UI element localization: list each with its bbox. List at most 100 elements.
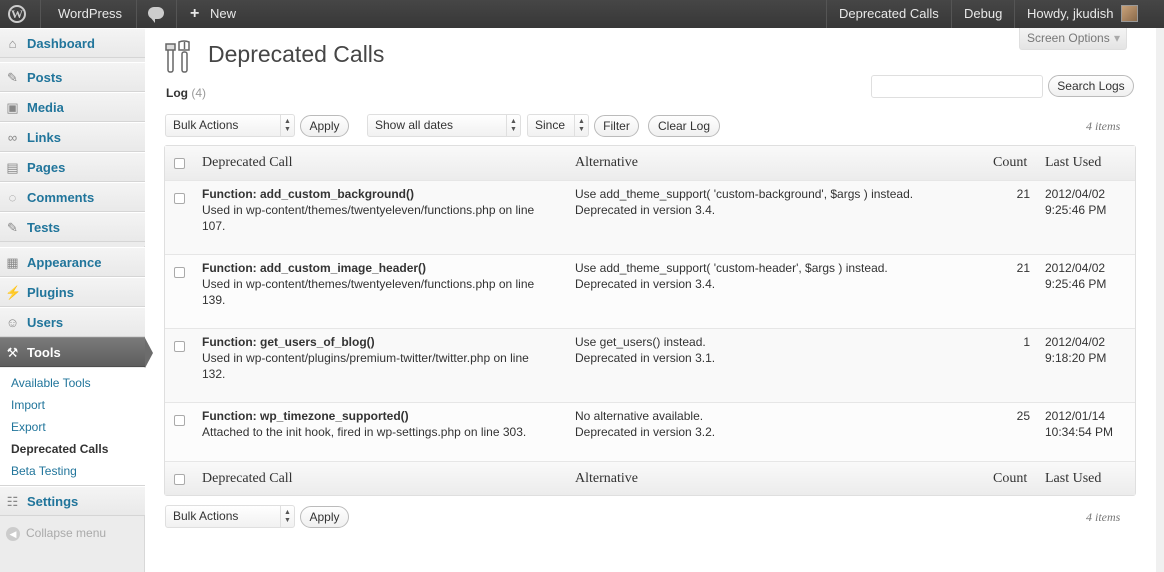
page-scrollbar[interactable] — [1156, 28, 1164, 572]
select-arrows-icon: ▲ ▼ — [574, 115, 588, 136]
column-header-call[interactable]: Deprecated Call — [202, 155, 293, 171]
column-header-alternative[interactable]: Alternative — [575, 471, 638, 487]
sidebar-item-pages[interactable]: ▤ Pages — [0, 152, 145, 182]
media-icon: ▣ — [6, 100, 19, 115]
tools-icon — [165, 40, 190, 73]
collapse-arrow-icon: ◀ — [6, 526, 20, 541]
apply-button[interactable]: Apply — [300, 115, 349, 137]
used-in-text: Used in wp-content/plugins/premium-twitt… — [202, 351, 529, 381]
table-footer: Deprecated Call Alternative Count Last U… — [165, 461, 1135, 495]
tools-icon: ⚒ — [6, 345, 19, 360]
comments-bubble-icon[interactable] — [140, 0, 172, 28]
count-value: 25 — [1016, 409, 1030, 423]
clear-log-button[interactable]: Clear Log — [648, 115, 720, 137]
select-all-checkbox[interactable] — [174, 474, 185, 485]
active-menu-arrow — [145, 338, 153, 368]
row-checkbox[interactable] — [174, 341, 185, 352]
since-select[interactable]: Since ▲ ▼ — [527, 114, 589, 137]
dashboard-icon: ⌂ — [8, 36, 17, 51]
row-checkbox[interactable] — [174, 415, 185, 426]
function-name[interactable]: Function: get_users_of_blog() — [202, 334, 375, 350]
count-value: 1 — [1023, 335, 1030, 349]
site-name-link[interactable]: WordPress — [58, 0, 122, 28]
search-input[interactable] — [871, 75, 1043, 98]
select-all-checkbox[interactable] — [174, 158, 185, 169]
submenu-beta-testing[interactable]: Beta Testing — [11, 464, 77, 478]
sidebar-item-media[interactable]: ▣ Media — [0, 92, 145, 122]
comment-icon: ◌ — [8, 190, 17, 205]
function-name[interactable]: Function: add_custom_background() — [202, 186, 414, 202]
alternative-text: Use add_theme_support( 'custom-backgroun… — [575, 187, 914, 217]
submenu-deprecated-calls[interactable]: Deprecated Calls — [11, 442, 108, 456]
dates-filter-select[interactable]: Show all dates ▲ ▼ — [367, 114, 521, 137]
last-used-value: 2012/04/02 9:18:20 PM — [1045, 335, 1107, 365]
sidebar-item-dashboard[interactable]: ⌂ Dashboard — [0, 28, 145, 58]
column-header-count[interactable]: Count — [993, 471, 1027, 487]
select-arrows-icon: ▲ ▼ — [280, 506, 294, 527]
users-icon: ☺ — [5, 315, 20, 330]
submenu-import[interactable]: Import — [11, 398, 45, 412]
alternative-text: Use add_theme_support( 'custom-header', … — [575, 261, 888, 291]
count-value: 21 — [1016, 261, 1030, 275]
bulk-actions-select[interactable]: Bulk Actions ▲ ▼ — [165, 114, 295, 137]
table-row: Function: wp_timezone_supported() Attach… — [165, 402, 1135, 461]
pin-icon: ✎ — [7, 70, 18, 85]
select-arrows-icon: ▲ ▼ — [506, 115, 520, 136]
collapse-menu-button[interactable]: ◀ Collapse menu — [6, 526, 106, 541]
submenu-export[interactable]: Export — [11, 420, 46, 434]
row-checkbox[interactable] — [174, 267, 185, 278]
used-in-text: Used in wp-content/themes/twentyeleven/f… — [202, 203, 535, 233]
new-content-link[interactable]: New — [210, 0, 236, 28]
bulk-actions-select-bottom[interactable]: Bulk Actions ▲ ▼ — [165, 505, 295, 528]
howdy-user-link[interactable]: Howdy, jkudish — [1027, 0, 1113, 28]
sidebar-item-tools[interactable]: ⚒ Tools — [0, 337, 153, 368]
sidebar-item-tests[interactable]: ✎ Tests — [0, 212, 145, 242]
used-in-text: Used in wp-content/themes/twentyeleven/f… — [202, 277, 535, 307]
function-name[interactable]: Function: wp_timezone_supported() — [202, 408, 409, 424]
plug-icon: ⚡ — [5, 285, 22, 300]
page-icon: ▤ — [6, 160, 19, 175]
items-count-bottom: 4 items — [1086, 510, 1121, 524]
link-icon: ∞ — [7, 130, 18, 145]
used-in-text: Attached to the init hook, fired in wp-s… — [202, 425, 527, 439]
log-subtitle: Log (4) — [166, 86, 207, 100]
filter-button[interactable]: Filter — [594, 115, 639, 137]
avatar[interactable] — [1121, 5, 1138, 22]
column-header-last-used[interactable]: Last Used — [1045, 155, 1101, 171]
sidebar-item-users[interactable]: ☺ Users — [0, 307, 145, 337]
table-header: Deprecated Call Alternative Count Last U… — [165, 146, 1135, 180]
apply-button-bottom[interactable]: Apply — [300, 506, 349, 528]
sidebar-item-plugins[interactable]: ⚡ Plugins — [0, 277, 145, 307]
admin-sidebar: ⌂ Dashboard ✎ Posts ▣ Media ∞ Links ▤ Pages ◌… — [0, 28, 153, 572]
sidebar-item-comments[interactable]: ◌ Comments — [0, 182, 145, 212]
sidebar-item-posts[interactable]: ✎ Posts — [0, 62, 145, 92]
table-row: Function: add_custom_background() Used i… — [165, 180, 1135, 254]
table-row: Function: add_custom_image_header() Used… — [165, 254, 1135, 328]
column-header-count[interactable]: Count — [993, 155, 1027, 171]
last-used-value: 2012/04/02 9:25:46 PM — [1045, 187, 1107, 217]
row-checkbox[interactable] — [174, 193, 185, 204]
sidebar-item-settings[interactable]: ☷ Settings — [0, 486, 145, 516]
deprecated-calls-table: Deprecated Call Alternative Count Last U… — [164, 145, 1136, 496]
screen-options-toggle[interactable]: Screen Options — [1019, 28, 1127, 50]
appearance-icon: ▦ — [6, 255, 19, 270]
tools-submenu: Available Tools Import Export Deprecated… — [0, 368, 145, 486]
submenu-available-tools[interactable]: Available Tools — [11, 376, 91, 390]
deprecated-calls-link[interactable]: Deprecated Calls — [839, 0, 939, 28]
new-plus-icon: + — [190, 5, 200, 22]
debug-link[interactable]: Debug — [964, 0, 1002, 28]
select-arrows-icon: ▲ ▼ — [280, 115, 294, 136]
sidebar-item-links[interactable]: ∞ Links — [0, 122, 145, 152]
sidebar-item-appearance[interactable]: ▦ Appearance — [0, 247, 145, 277]
column-header-call[interactable]: Deprecated Call — [202, 471, 293, 487]
column-header-last-used[interactable]: Last Used — [1045, 471, 1101, 487]
wordpress-logo-icon[interactable]: W — [8, 0, 34, 28]
alternative-text: Use get_users() instead. Deprecated in ve… — [575, 335, 716, 365]
column-header-alternative[interactable]: Alternative — [575, 155, 638, 171]
last-used-value: 2012/01/14 10:34:54 PM — [1045, 409, 1114, 439]
alternative-text: No alternative available. Deprecated in v… — [575, 409, 716, 439]
page-title: Deprecated Calls — [208, 41, 385, 67]
last-used-value: 2012/04/02 9:25:46 PM — [1045, 261, 1107, 291]
search-logs-button[interactable]: Search Logs — [1048, 75, 1134, 97]
function-name[interactable]: Function: add_custom_image_header() — [202, 260, 426, 276]
